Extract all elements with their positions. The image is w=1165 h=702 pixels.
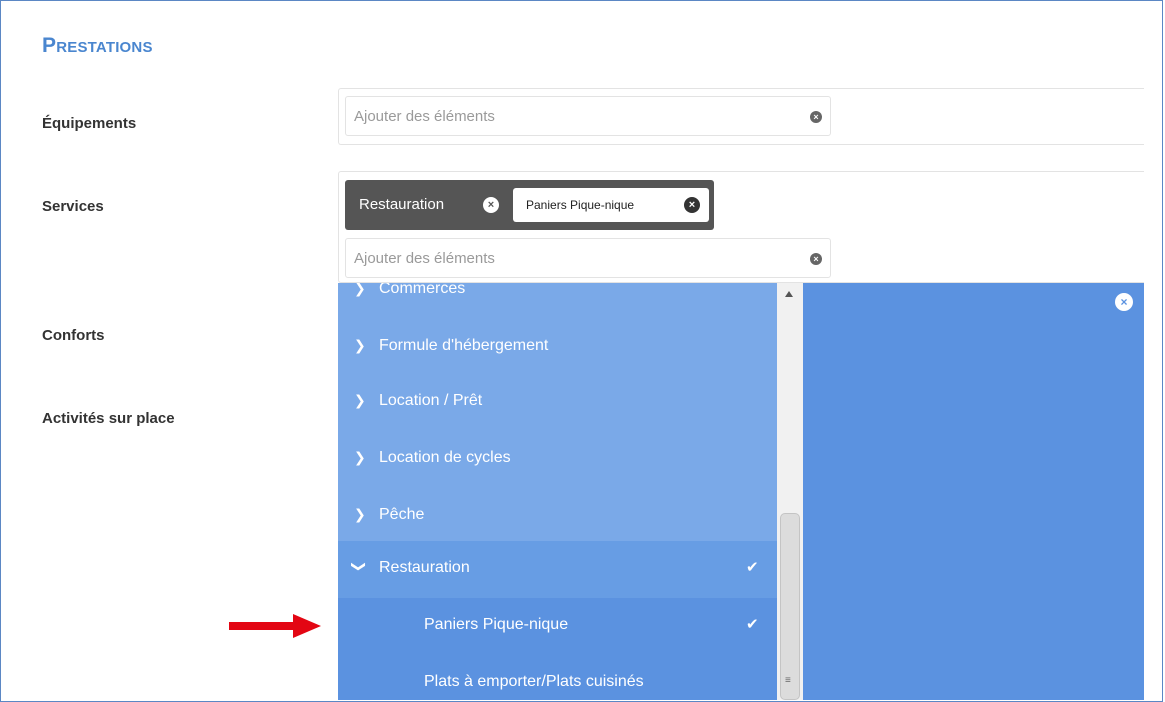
dropdown-item-location-cycles[interactable]: ❯ Location de cycles bbox=[338, 431, 777, 488]
activites-label: Activités sur place bbox=[42, 410, 175, 427]
red-arrow-icon bbox=[229, 614, 321, 638]
dropdown-item-label: Restauration bbox=[379, 559, 470, 576]
dropdown-item-label: Location de cycles bbox=[379, 449, 511, 466]
check-icon: ✔ bbox=[746, 616, 759, 633]
tag-restauration-label: Restauration bbox=[359, 196, 445, 213]
dropdown-subitem-plats-emporter[interactable]: Plats à emporter/Plats cuisinés bbox=[338, 655, 777, 700]
selected-tag-restauration: Restauration × Paniers Pique-nique × bbox=[345, 180, 714, 230]
chevron-right-icon: ❯ bbox=[354, 337, 366, 353]
dropdown-scrollbar[interactable]: ≡ bbox=[777, 283, 803, 700]
check-icon: ✔ bbox=[746, 559, 759, 576]
dropdown-item-label: Location / Prêt bbox=[379, 392, 483, 409]
dropdown-item-label: Plats à emporter/Plats cuisinés bbox=[424, 673, 644, 690]
arrow-head bbox=[293, 614, 321, 638]
equipements-input[interactable]: Ajouter des éléments × bbox=[345, 96, 831, 136]
scroll-grip-icon: ≡ bbox=[785, 675, 791, 686]
dropdown-item-label: Commerces bbox=[379, 283, 466, 297]
services-input[interactable]: Ajouter des éléments × bbox=[345, 238, 831, 278]
dropdown-item-formule-hebergement[interactable]: ❯ Formule d'hébergement bbox=[338, 319, 777, 376]
arrow-shaft bbox=[229, 622, 295, 630]
tag-paniers-remove-icon[interactable]: × bbox=[684, 197, 700, 213]
dropdown-item-location-pret[interactable]: ❯ Location / Prêt bbox=[338, 374, 777, 431]
equipements-clear-icon[interactable]: × bbox=[810, 111, 822, 123]
dropdown-item-label: Paniers Pique-nique bbox=[424, 616, 569, 633]
chevron-down-icon: ❯ bbox=[351, 560, 368, 573]
services-clear-icon[interactable]: × bbox=[810, 253, 822, 265]
services-dropdown: ❯ Commerces ❯ Formule d'hébergement ❯ Lo… bbox=[338, 283, 1144, 700]
dropdown-item-restauration[interactable]: ❯ Restauration ✔ bbox=[338, 541, 777, 598]
selected-tag-paniers-pique-nique: Paniers Pique-nique × bbox=[513, 188, 709, 222]
equipements-placeholder: Ajouter des éléments bbox=[354, 108, 495, 125]
dropdown-item-label: Formule d'hébergement bbox=[379, 337, 549, 354]
tag-paniers-label: Paniers Pique-nique bbox=[526, 198, 635, 212]
equipements-label: Équipements bbox=[42, 115, 137, 132]
scroll-up-arrow-icon[interactable] bbox=[785, 291, 793, 297]
services-placeholder: Ajouter des éléments bbox=[354, 250, 495, 267]
chevron-right-icon: ❯ bbox=[354, 449, 366, 465]
dropdown-list: ❯ Commerces ❯ Formule d'hébergement ❯ Lo… bbox=[338, 283, 777, 700]
section-title: PRESTATIONS bbox=[42, 34, 153, 57]
chevron-right-icon: ❯ bbox=[354, 506, 366, 522]
chevron-right-icon: ❯ bbox=[354, 392, 366, 408]
dropdown-item-label: Pêche bbox=[379, 506, 425, 523]
dropdown-item-peche[interactable]: ❯ Pêche bbox=[338, 488, 777, 545]
conforts-label: Conforts bbox=[42, 327, 105, 344]
scroll-thumb[interactable]: ≡ bbox=[780, 513, 800, 700]
dropdown-item-commerces[interactable]: ❯ Commerces bbox=[338, 283, 777, 319]
tag-restauration-remove-icon[interactable]: × bbox=[483, 197, 499, 213]
dropdown-subitem-paniers-pique-nique[interactable]: Paniers Pique-nique ✔ bbox=[338, 598, 777, 655]
dropdown-close-icon[interactable]: × bbox=[1115, 293, 1133, 311]
services-label: Services bbox=[42, 198, 104, 215]
chevron-right-icon: ❯ bbox=[354, 283, 366, 296]
